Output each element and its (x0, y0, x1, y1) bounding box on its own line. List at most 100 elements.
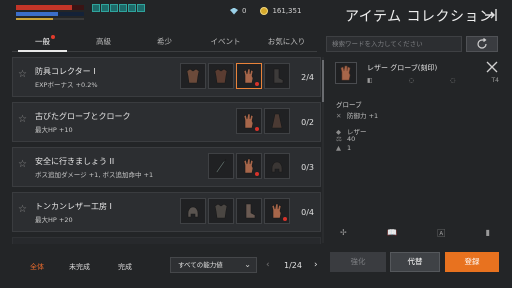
item-slot[interactable] (264, 198, 290, 224)
missing-marker (255, 172, 259, 176)
helmet-icon (271, 161, 283, 173)
item-slot[interactable] (264, 153, 290, 179)
armor-icon (186, 68, 200, 84)
weight-line: ⚖ 40 (336, 135, 355, 143)
buff-icon (92, 4, 100, 12)
glove-icon (243, 113, 254, 129)
bottom-filter-bar: 全体 未完成 完成 すべての能力値 ⌄ ‹ 1/24 › (0, 250, 330, 288)
collection-title: 古びたグローブとクローク (35, 112, 131, 121)
collection-row[interactable]: ☆ 防具コレクター I EXPボーナス +0.2% 2/4 (12, 57, 321, 97)
shield-icon: ✕ (336, 112, 342, 120)
item-slots (180, 63, 290, 89)
translate-icon[interactable]: 🄰 (437, 228, 445, 239)
tab-0[interactable]: 一般 (12, 34, 73, 52)
buff-icon (119, 4, 127, 12)
attribute-icon-2: ◌ (408, 77, 415, 84)
item-detail-panel: レザー グローブ(刻印) ◧ ◌ ◌ T4 グローブ ✕ 防御力 +1 ◆ レザー … (328, 58, 504, 244)
collection-title: トンカンレザー工房 I (35, 202, 112, 211)
close-icon[interactable] (486, 61, 498, 73)
tab-3[interactable]: イベント (195, 34, 256, 51)
book-icon[interactable]: 📖 (387, 228, 397, 239)
favorite-star-icon[interactable]: ☆ (18, 114, 27, 125)
ability-select[interactable]: すべての能力値 ⌄ (170, 257, 257, 273)
scrollbar-thumb[interactable] (322, 60, 324, 102)
category-tabs: 一般 高級 希少 イベント お気に入り (12, 34, 317, 52)
level-icon: ▲ (336, 144, 341, 152)
notification-dot (51, 35, 55, 39)
item-slot[interactable] (236, 63, 262, 89)
crosshair-icon[interactable]: ✢ (340, 228, 347, 239)
tier-label: T4 (491, 77, 499, 84)
collection-title: 防具コレクター I (35, 67, 96, 76)
search-input[interactable]: 検索ワードを入力してください (326, 36, 462, 52)
exp-bar (16, 18, 84, 20)
prev-page-icon[interactable]: ‹ (266, 260, 270, 270)
panel-icon[interactable]: ▮ (486, 228, 490, 239)
register-button[interactable]: 登録 (445, 252, 499, 272)
exit-icon[interactable] (483, 7, 499, 23)
tab-4[interactable]: お気に入り (256, 34, 317, 51)
glove-icon (340, 65, 351, 81)
weight-text: 40 (347, 135, 356, 143)
collection-row[interactable]: ☆ 安全に行きましょう II ボス追加ダメージ +1, ボス追加命中 +1 0/3 (12, 147, 321, 187)
collection-list: ☆ 防具コレクター I EXPボーナス +0.2% 2/4 ☆ 古びたグローブとクローク最… (12, 57, 321, 244)
cloak-icon (271, 113, 283, 129)
item-slot[interactable] (208, 198, 234, 224)
collection-row[interactable]: ☆オルフワフ ライナーの評価 I (12, 237, 321, 244)
replace-button[interactable]: 代替 (390, 252, 440, 272)
favorite-star-icon[interactable]: ☆ (18, 159, 27, 170)
tab-2[interactable]: 希少 (134, 34, 195, 51)
tab-label: 希少 (157, 37, 172, 46)
item-slot[interactable] (236, 153, 262, 179)
filter-incomplete[interactable]: 未完成 (69, 262, 90, 272)
mp-bar-fill (16, 12, 59, 16)
refresh-button[interactable] (466, 36, 498, 52)
tab-1[interactable]: 高級 (73, 34, 134, 51)
next-page-icon[interactable]: › (314, 260, 318, 270)
item-attribute-icons: ◧ ◌ ◌ T4 (367, 77, 499, 84)
tab-label: 高級 (96, 37, 111, 46)
item-slot[interactable] (180, 198, 206, 224)
armor-icon (214, 68, 228, 84)
gem-amount: 0 (242, 7, 247, 15)
collection-progress: 0/4 (301, 208, 314, 217)
item-slot[interactable] (180, 63, 206, 89)
helmet-icon (187, 206, 199, 218)
collection-row[interactable]: ☆ 古びたグローブとクローク 最大HP +10 0/2 (12, 102, 321, 142)
enhance-button[interactable]: 強化 (330, 252, 386, 272)
refresh-icon (477, 38, 487, 49)
level-text: 1 (347, 144, 352, 152)
attribute-icon-3: ◌ (450, 77, 456, 84)
collection-bonus: ボス追加ダメージ +1, ボス追加命中 +1 (35, 171, 154, 179)
filter-all[interactable]: 全体 (30, 262, 44, 272)
item-slots (208, 153, 290, 179)
item-slot[interactable] (264, 108, 290, 134)
item-slot[interactable] (264, 63, 290, 89)
item-slots (236, 108, 290, 134)
item-slot[interactable] (236, 198, 262, 224)
collection-row[interactable]: ☆ トンカンレザー工房 I 最大HP +20 0/4 (12, 192, 321, 232)
stat-line: ✕ 防御力 +1 (336, 110, 378, 120)
item-thumbnail (335, 62, 357, 84)
glove-icon (243, 158, 254, 174)
top-hud: 0 161,351 アイテム コレクション (0, 0, 512, 30)
spear-icon (215, 158, 227, 174)
buff-icon (137, 4, 145, 12)
item-slot[interactable] (208, 153, 234, 179)
ability-select-value: すべての能力値 (178, 261, 223, 269)
mp-bar (16, 12, 84, 16)
weight-icon: ⚖ (336, 135, 342, 143)
exp-bar-fill (16, 18, 54, 20)
gold-coin-icon (260, 7, 269, 15)
favorite-star-icon[interactable]: ☆ (18, 204, 27, 215)
item-slot[interactable] (236, 108, 262, 134)
attribute-icon-1: ◧ (367, 77, 373, 84)
glove-icon (243, 68, 254, 84)
collection-progress: 0/3 (301, 163, 314, 172)
item-name: レザー グローブ(刻印) (367, 64, 438, 72)
stat-text: 防御力 +1 (347, 112, 379, 120)
favorite-star-icon[interactable]: ☆ (18, 69, 27, 80)
collection-bonus: 最大HP +10 (35, 126, 73, 134)
item-slot[interactable] (208, 63, 234, 89)
filter-complete[interactable]: 完成 (118, 262, 132, 272)
